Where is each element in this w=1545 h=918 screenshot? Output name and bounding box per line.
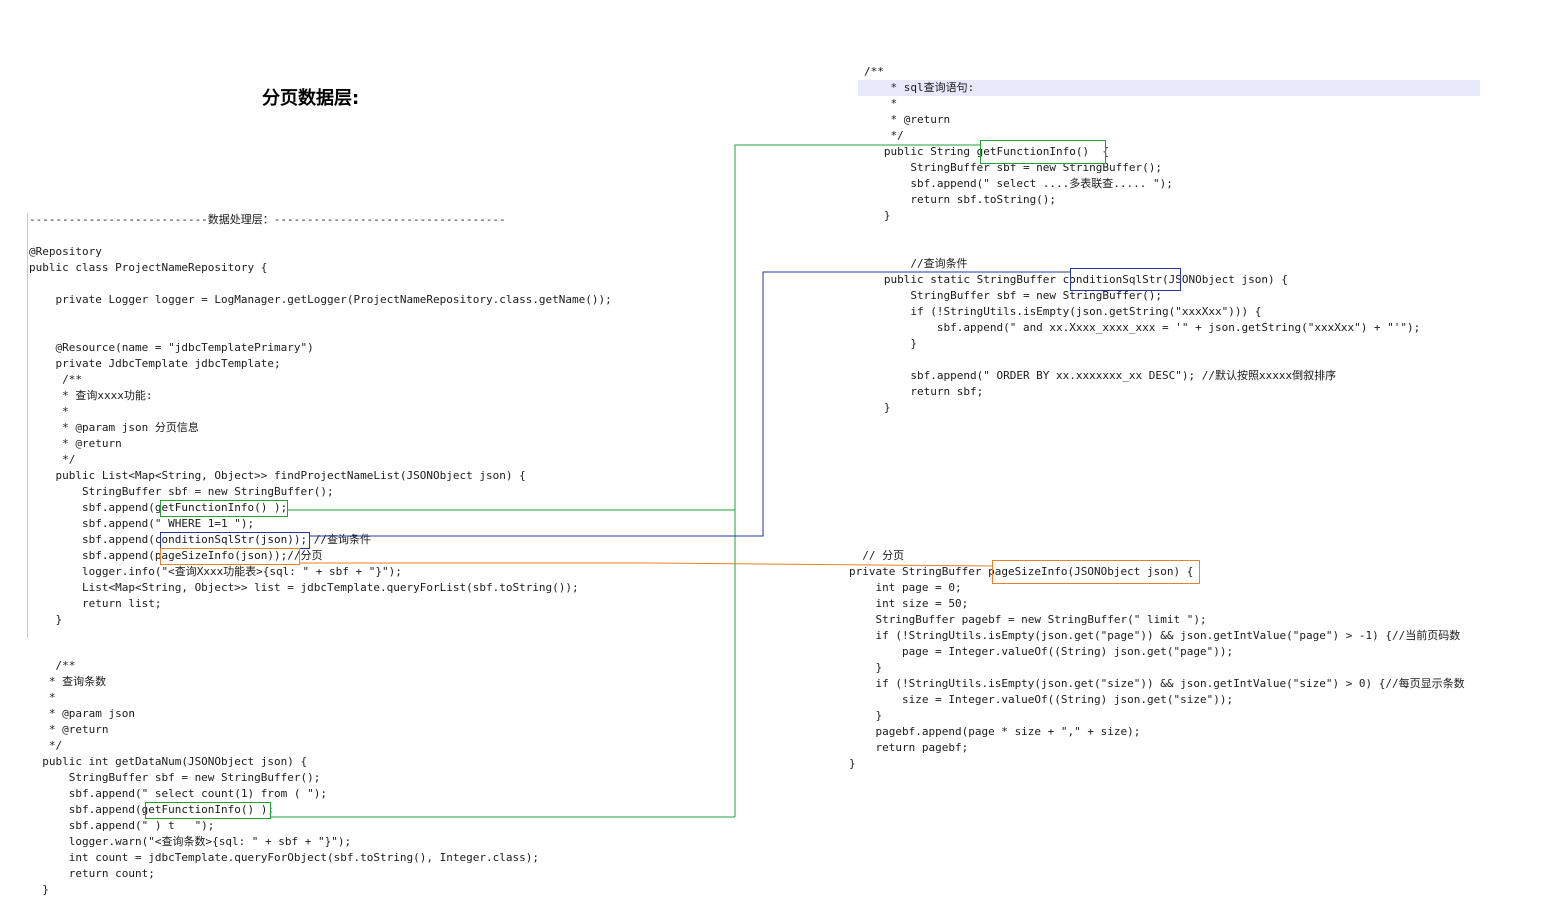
code-line: int count = jdbcTemplate.queryForObject(… xyxy=(29,851,539,864)
code-line: return pagebf; xyxy=(849,741,969,754)
code-line: } xyxy=(864,401,891,414)
code-line: /** xyxy=(29,659,76,672)
box-conditionsqlstr-def xyxy=(1070,268,1181,291)
code-line: List<Map<String, Object>> list = jdbcTem… xyxy=(29,581,579,594)
code-line: sbf.append(" and xx.Xxxx_xxxx_xxx = '" +… xyxy=(864,321,1421,334)
code-line: private Logger logger = LogManager.getLo… xyxy=(29,293,612,306)
left-margin-rule xyxy=(27,213,28,638)
code-line: sbf.append(" WHERE 1=1 "); xyxy=(29,517,255,530)
code-line: size = Integer.valueOf((String) json.get… xyxy=(849,693,1234,706)
code-line: /** xyxy=(864,65,884,78)
code-line: sbf.append(pageSizeInfo(json));//分页 xyxy=(29,549,323,562)
code-line: return sbf; xyxy=(864,385,984,398)
box-getfunctioninfo-call xyxy=(160,500,288,517)
code-line: * xyxy=(864,97,898,110)
code-line: } xyxy=(29,613,63,626)
code-line: * @param json 分页信息 xyxy=(29,421,199,434)
code-line: if (!StringUtils.isEmpty(json.get("page"… xyxy=(849,629,1461,642)
box-pagesizeinfo-def xyxy=(992,560,1200,584)
code-line: page = Integer.valueOf((String) json.get… xyxy=(849,645,1234,658)
code-line: } xyxy=(864,337,917,350)
code-line: ---------------------------数据处理层：-------… xyxy=(29,213,506,226)
code-line: StringBuffer pagebf = new StringBuffer("… xyxy=(849,613,1207,626)
code-line: int size = 50; xyxy=(849,597,969,610)
code-line: * xyxy=(29,691,56,704)
code-line: * @return xyxy=(864,113,951,126)
code-line: } xyxy=(849,709,883,722)
box-getfunctioninfo-count-call xyxy=(145,802,271,819)
code-line: private JdbcTemplate jdbcTemplate; xyxy=(29,357,281,370)
code-line: return sbf.toString(); xyxy=(864,193,1057,206)
code-line: sbf.append(conditionSqlStr(json)); //查询条… xyxy=(29,533,372,546)
code-line: public int getDataNum(JSONObject json) { xyxy=(29,755,308,768)
code-line: logger.warn("<查询条数>{sql: " + sbf + "}"); xyxy=(29,835,352,848)
repository-code-block: ---------------------------数据处理层：-------… xyxy=(29,212,612,628)
code-line: sbf.append(" ) t "); xyxy=(29,819,215,832)
code-line: if (!StringUtils.isEmpty(json.get("size"… xyxy=(849,677,1465,690)
count-method-code-block: /** * 查询条数 * * @param json * @return */ … xyxy=(29,658,539,898)
code-line: } xyxy=(29,883,49,896)
page-title: 分页数据层: xyxy=(262,88,360,109)
code-line: if (!StringUtils.isEmpty(json.getString(… xyxy=(864,305,1262,318)
code-line: * @param json xyxy=(29,707,135,720)
code-line: } xyxy=(849,757,856,770)
code-line: } xyxy=(849,661,883,674)
code-line: StringBuffer sbf = new StringBuffer(); xyxy=(29,485,334,498)
code-line: * @return xyxy=(29,723,109,736)
code-line: sbf.append(" select ....多表联查..... "); xyxy=(864,177,1173,190)
code-line: * sql查询语句: xyxy=(864,81,975,94)
code-line: sbf.append(" ORDER BY xx.xxxxxxx_xx DESC… xyxy=(864,369,1337,382)
code-line: @Resource(name = "jdbcTemplatePrimary") xyxy=(29,341,314,354)
code-line: public List<Map<String, Object>> findPro… xyxy=(29,469,526,482)
code-line: * @return xyxy=(29,437,122,450)
code-line: return count; xyxy=(29,867,155,880)
code-line: * 查询条数 xyxy=(29,675,107,688)
code-line: */ xyxy=(29,453,76,466)
code-line: logger.info("<查询Xxxx功能表>{sql: " + sbf + … xyxy=(29,565,402,578)
code-line: sbf.append(getFunctionInfo() ); xyxy=(29,501,288,514)
code-line: return list; xyxy=(29,597,162,610)
code-line: } xyxy=(864,209,891,222)
code-line: public class ProjectNameRepository { xyxy=(29,261,268,274)
code-line: sbf.append(" select count(1) from ( "); xyxy=(29,787,328,800)
code-line: pagebf.append(page * size + "," + size); xyxy=(849,725,1141,738)
code-line: @Repository xyxy=(29,245,102,258)
code-line: */ xyxy=(29,739,63,752)
box-pagesizeinfo-call xyxy=(160,548,300,565)
code-line: StringBuffer sbf = new StringBuffer(); xyxy=(29,771,321,784)
box-conditionsqlstr-call xyxy=(160,532,310,549)
box-getfunctioninfo-def xyxy=(980,140,1106,164)
code-line: sbf.append(getFunctionInfo() ); xyxy=(29,803,275,816)
code-line: * xyxy=(29,405,69,418)
code-line: * 查询xxxx功能: xyxy=(29,389,153,402)
code-line: /** xyxy=(29,373,82,386)
